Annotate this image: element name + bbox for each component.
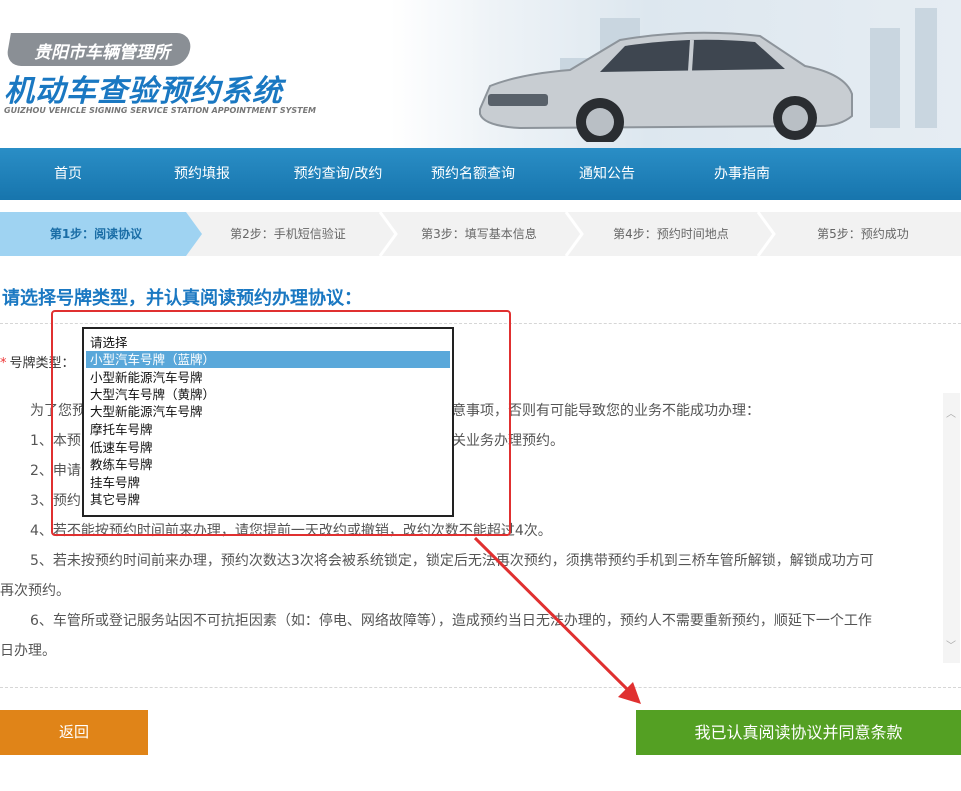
- system-subtitle: GUIZHOU VEHICLE SIGNING SERVICE STATION …: [4, 106, 317, 115]
- agreement-line6b: 日办理。: [0, 643, 56, 659]
- step-5: 第5步：预约成功: [817, 227, 909, 241]
- divider-bottom: [0, 687, 961, 688]
- car-image: [479, 31, 853, 142]
- nav-item-home[interactable]: 首页: [18, 148, 118, 200]
- building-shape: [915, 8, 937, 128]
- agreement-scrollbar[interactable]: ︿ ﹀: [943, 393, 960, 663]
- step-3: 第3步：填写基本信息: [421, 227, 537, 241]
- agreement-line6a: 6、车管所或登记服务站因不可抗拒因素（如：停电、网络故障等），造成预约当日无法办…: [30, 613, 872, 629]
- org-name: 贵阳市车辆管理所: [34, 43, 170, 63]
- step-2: 第2步：手机短信验证: [230, 227, 346, 241]
- section-title: 请选择号牌类型，并认真阅读预约办理协议：: [2, 288, 362, 309]
- step-1: 第1步：阅读协议: [49, 227, 143, 241]
- required-mark: *: [0, 356, 7, 371]
- system-title: 机动车查验预约系统: [4, 74, 283, 109]
- building-shape: [870, 28, 900, 128]
- scroll-down-icon[interactable]: ﹀: [946, 637, 956, 652]
- step-4: 第4步：预约时间地点: [613, 227, 729, 241]
- agreement-line5b: 再次预约。: [0, 583, 70, 599]
- step-progress: 第1步：阅读协议 第2步：手机短信验证 第3步：填写基本信息 第4步：预约时间地…: [0, 212, 961, 256]
- header-banner: 贵阳市车辆管理所 机动车查验预约系统 GUIZHOU VEHICLE SIGNI…: [0, 0, 961, 148]
- main-nav: 首页 预约填报 预约查询/改约 预约名额查询 通知公告 办事指南: [0, 148, 961, 200]
- nav-item-query-modify[interactable]: 预约查询/改约: [283, 148, 393, 200]
- nav-item-guide[interactable]: 办事指南: [692, 148, 792, 200]
- agreement-line5a: 5、若未按预约时间前来办理，预约次数达3次将会被系统锁定，锁定后无法再次预约，须…: [30, 553, 874, 569]
- agree-button[interactable]: 我已认真阅读协议并同意条款: [636, 710, 961, 755]
- back-button[interactable]: 返回: [0, 710, 148, 755]
- scroll-up-icon[interactable]: ︿: [946, 405, 956, 420]
- nav-item-announcements[interactable]: 通知公告: [557, 148, 657, 200]
- nav-item-booking[interactable]: 预约填报: [152, 148, 252, 200]
- nav-item-quota-query[interactable]: 预约名额查询: [419, 148, 527, 200]
- annotation-highlight-box: [51, 310, 511, 536]
